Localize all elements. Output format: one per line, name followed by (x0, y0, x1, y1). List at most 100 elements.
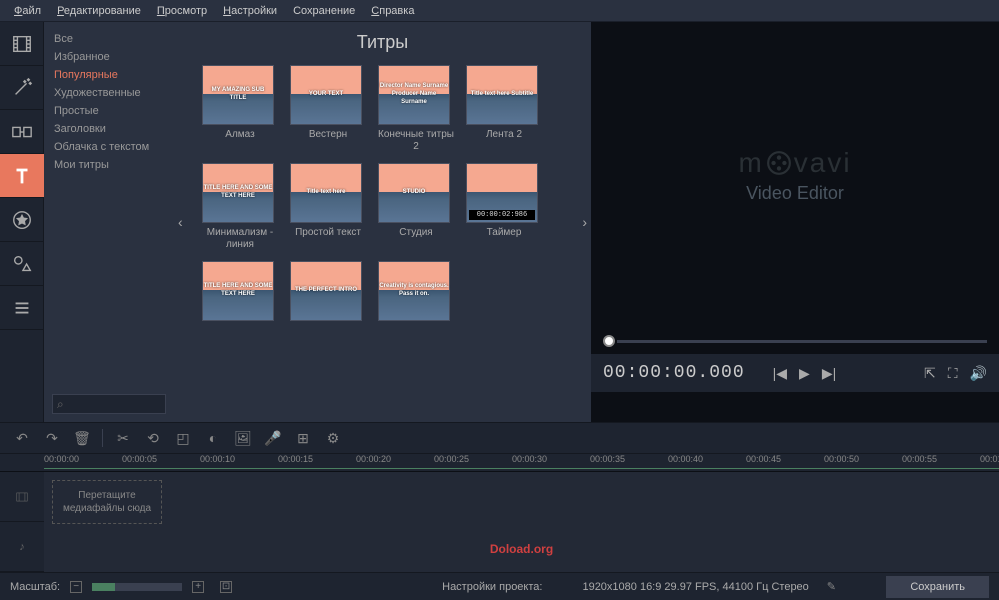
menu-help[interactable]: Справка (365, 3, 420, 19)
title-thumb-7[interactable]: 00:00:02:986Таймер (466, 163, 542, 251)
title-thumb-1[interactable]: YOUR TEXT Вестерн (290, 65, 366, 153)
playhead-bar[interactable] (591, 328, 999, 354)
timecode: 00:00:00.000 (603, 363, 745, 383)
play-button[interactable]: ▶ (799, 365, 810, 382)
time-ruler[interactable]: 00:00:0000:00:0500:00:1000:00:1500:00:20… (0, 454, 999, 472)
star-circle-icon (11, 209, 33, 231)
redo-button[interactable]: ↷ (38, 426, 66, 450)
cat-favorite[interactable]: Избранное (44, 48, 174, 66)
list-icon (11, 297, 33, 319)
prev-frame-button[interactable]: |◀ (773, 365, 787, 382)
thumb-label: Простой текст (290, 227, 366, 239)
side-toolbar (0, 22, 44, 422)
cat-my[interactable]: Мои титры (44, 156, 174, 174)
thumb-text: TITLE HERE AND SOME TEXT HERE (203, 185, 273, 201)
timeline-body[interactable]: Перетащите медиафайлы сюда Doload.org (44, 472, 999, 572)
filters-tab[interactable] (0, 66, 44, 110)
thumb-text: Creativity is contagious. Pass it on. (379, 283, 449, 299)
volume-button[interactable]: 🔊 (970, 365, 987, 382)
shapes-tab[interactable] (0, 242, 44, 286)
zoom-fit-button[interactable]: ⊡ (220, 581, 232, 593)
menu-save[interactable]: Сохранение (287, 3, 361, 19)
play-track[interactable] (617, 340, 987, 343)
color-button[interactable]: ◐ (199, 426, 227, 450)
cat-popular[interactable]: Популярные (44, 66, 174, 84)
cut-button[interactable]: ✂ (109, 426, 137, 450)
browse-next[interactable]: › (582, 214, 587, 230)
title-thumb-5[interactable]: Title text hereПростой текст (290, 163, 366, 251)
thumb-label: Вестерн (290, 129, 366, 141)
preview-viewport: m vavi Video Editor (591, 22, 999, 328)
cat-simple[interactable]: Простые (44, 102, 174, 120)
video-track-header[interactable] (0, 472, 44, 522)
media-tab[interactable] (0, 22, 44, 66)
thumb-text: Title text here Subtitle (471, 91, 534, 99)
reel-icon (766, 150, 792, 176)
zoom-slider[interactable] (92, 583, 182, 591)
preview-logo: m vavi (738, 147, 851, 179)
menu-file[interactable]: ФФайлайл (8, 3, 47, 19)
stickers-tab[interactable] (0, 198, 44, 242)
browse-prev[interactable]: ‹ (178, 214, 183, 230)
titles-browser: Титры ‹ › MY AMAZING SUB TITLEАлмазYOUR … (174, 22, 591, 422)
thumb-label: Конечные титры 2 (378, 129, 454, 153)
title-thumb-4[interactable]: TITLE HERE AND SOME TEXT HERE Минимализм … (202, 163, 278, 251)
cat-all[interactable]: Все (44, 30, 174, 48)
delete-button[interactable]: 🗑 (68, 426, 96, 450)
ruler-tick: 00:00:40 (668, 454, 703, 464)
crop-button[interactable]: ◰ (169, 426, 197, 450)
title-thumb-6[interactable]: STUDIOСтудия (378, 163, 454, 251)
image-button[interactable]: 🖼 (229, 426, 257, 450)
thumb-text: TITLE HERE AND SOME TEXT HERE (203, 283, 273, 299)
wand-icon (11, 77, 33, 99)
title-thumb-8[interactable]: TITLE HERE AND SOME TEXT HERE (202, 261, 278, 325)
title-thumb-9[interactable]: THE PERFECT INTRO (290, 261, 366, 325)
ruler-tick: 00:01 (980, 454, 999, 464)
cat-headings[interactable]: Заголовки (44, 120, 174, 138)
menu-view[interactable]: Просмотр (151, 3, 213, 19)
thumb-timecode: 00:00:02:986 (469, 210, 535, 220)
zoom-label: Масштаб: (10, 581, 60, 593)
transitions-tab[interactable] (0, 110, 44, 154)
thumb-text: YOUR TEXT (309, 91, 343, 99)
save-button[interactable]: Сохранить (886, 576, 989, 598)
audio-track-header[interactable]: ♪ (0, 522, 44, 572)
title-thumb-3[interactable]: Title text here SubtitleЛента 2 (466, 65, 542, 153)
drop-zone[interactable]: Перетащите медиафайлы сюда (52, 480, 162, 524)
zoom-out-button[interactable]: − (70, 581, 82, 593)
edit-project-button[interactable]: ✎ (827, 580, 836, 593)
cat-artistic[interactable]: Художественные (44, 84, 174, 102)
search-icon: ⌕ (57, 397, 64, 412)
cat-bubbles[interactable]: Облачка с текстом (44, 138, 174, 156)
titles-tab[interactable] (0, 154, 44, 198)
project-settings-value: 1920x1080 16:9 29.97 FPS, 44100 Гц Стере… (582, 581, 808, 593)
edit-toolbar: ↶ ↷ 🗑 ✂ ⟲ ◰ ◐ 🖼 🎤 ⊞ ⚙ (0, 422, 999, 454)
mic-button[interactable]: 🎤 (259, 426, 287, 450)
ruler-tick: 00:00:55 (902, 454, 937, 464)
menu-edit[interactable]: Редактирование (51, 3, 147, 19)
thumb-label: Алмаз (202, 129, 278, 141)
title-thumb-0[interactable]: MY AMAZING SUB TITLEАлмаз (202, 65, 278, 153)
film-icon (11, 33, 33, 55)
thumb-label: Минимализм - линия (202, 227, 278, 251)
title-thumb-10[interactable]: Creativity is contagious. Pass it on. (378, 261, 454, 325)
film-small-icon (14, 490, 30, 504)
menu-settings[interactable]: Настройки (217, 3, 283, 19)
more-tab[interactable] (0, 286, 44, 330)
search-box[interactable]: ⌕ × (52, 394, 166, 414)
text-icon (11, 165, 33, 187)
next-frame-button[interactable]: ▶| (822, 365, 836, 382)
timeline: 00:00:0000:00:0500:00:1000:00:1500:00:20… (0, 454, 999, 572)
adjust-button[interactable]: ⚙ (319, 426, 347, 450)
detach-button[interactable]: ⇱ (924, 365, 936, 382)
ruler-tick: 00:00:35 (590, 454, 625, 464)
title-thumb-2[interactable]: Director Name Surname Producer Name Surn… (378, 65, 454, 153)
zoom-in-button[interactable]: + (192, 581, 204, 593)
rotate-button[interactable]: ⟲ (139, 426, 167, 450)
ruler-tick: 00:00:00 (44, 454, 79, 464)
ruler-tick: 00:00:30 (512, 454, 547, 464)
properties-button[interactable]: ⊞ (289, 426, 317, 450)
playhead[interactable] (603, 335, 615, 347)
fullscreen-button[interactable]: ⛶ (948, 365, 958, 382)
undo-button[interactable]: ↶ (8, 426, 36, 450)
